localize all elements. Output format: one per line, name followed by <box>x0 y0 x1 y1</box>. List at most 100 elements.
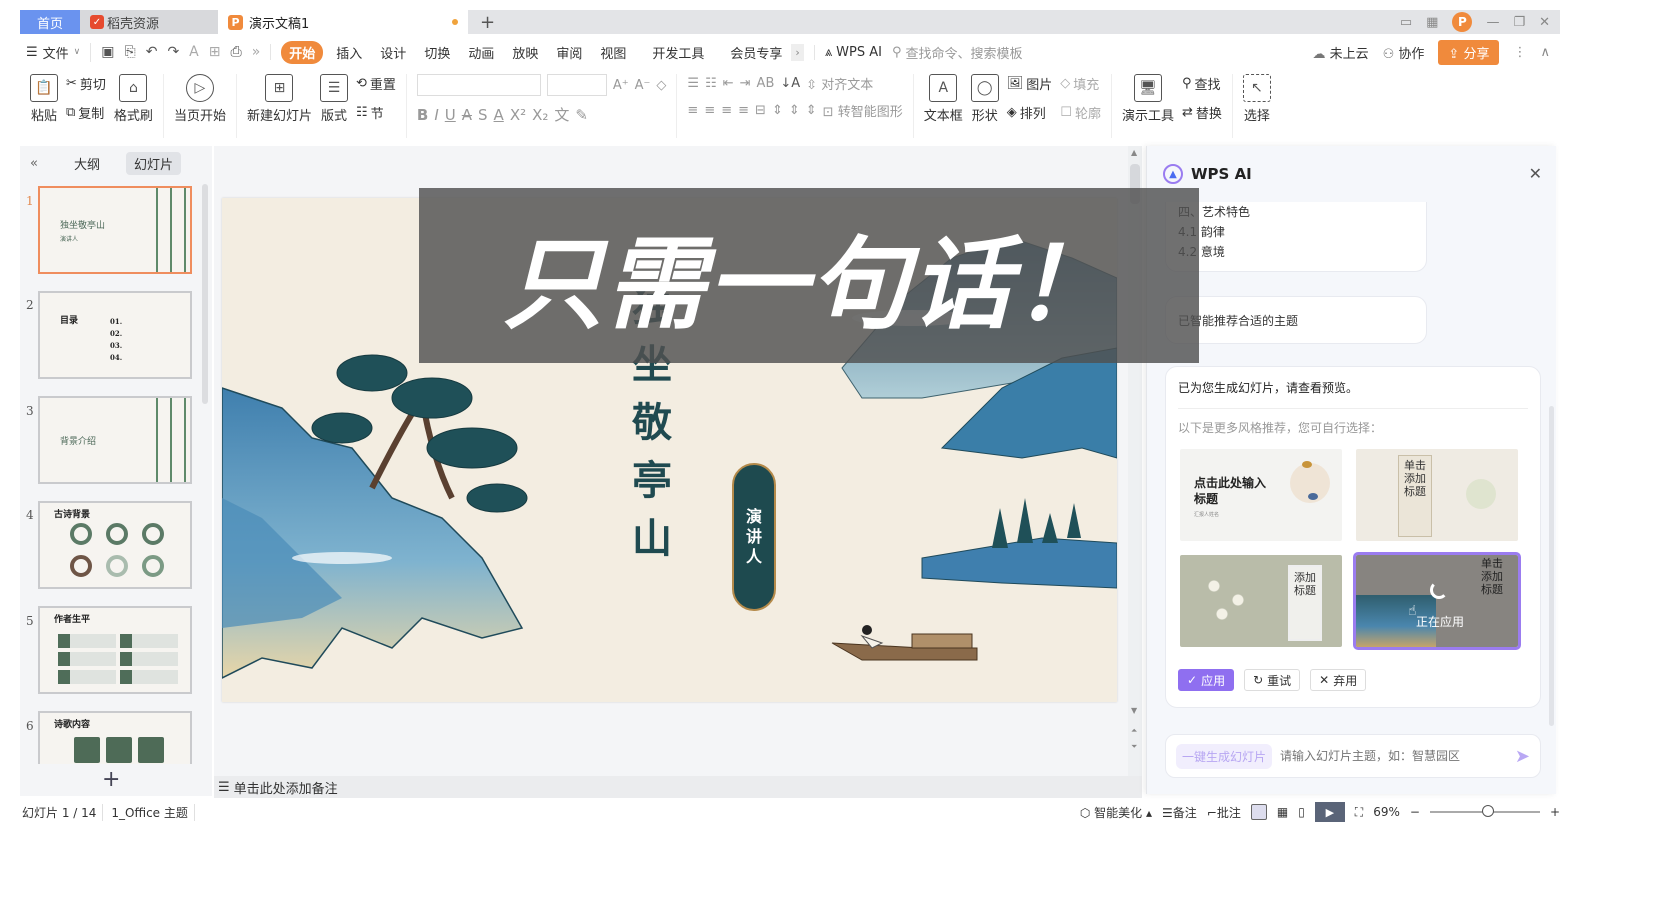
collapse-panel-icon[interactable]: « <box>20 156 48 171</box>
close-icon[interactable]: ✕ <box>1539 15 1550 30</box>
restore-icon[interactable]: ❐ <box>1513 15 1525 30</box>
grid-view-icon[interactable]: ▦ <box>1277 805 1288 819</box>
arrange-button[interactable]: ◈ 排列 <box>1007 103 1053 122</box>
align-center-icon[interactable]: ≡ <box>704 103 715 118</box>
menu-view[interactable]: 视图 <box>591 43 635 62</box>
user-avatar[interactable]: P <box>1452 12 1473 32</box>
start-from-current-button[interactable]: ▷ 当页开始 <box>174 74 226 124</box>
bullet-list-icon[interactable]: ☰ <box>687 76 699 91</box>
collab-button[interactable]: ⚇ 协作 <box>1383 43 1425 62</box>
paste-special-icon[interactable]: ⊞ <box>209 44 221 60</box>
present-tools-button[interactable]: 🖥 演示工具 <box>1122 74 1174 124</box>
layout-button[interactable]: ☰ 版式 <box>319 74 348 124</box>
menu-review[interactable]: 审阅 <box>547 43 591 62</box>
style-option-4[interactable]: 单击添加标题 正在应用 ☝ <box>1353 552 1521 650</box>
style-option-3[interactable]: 添加标题 <box>1180 555 1342 647</box>
style-option-2[interactable]: 单击添加标题 <box>1356 449 1518 541</box>
textbox-button[interactable]: A 文本框 <box>924 74 963 124</box>
increase-font-icon[interactable]: A⁺ <box>613 78 629 93</box>
reset-button[interactable]: ⟲ 重置 <box>356 74 396 93</box>
theme-name[interactable]: 1_Office 主题 <box>103 803 195 821</box>
slide-thumbnail-1[interactable]: 独坐敬亭山 演讲人 <box>38 186 192 274</box>
apps-grid-icon[interactable]: ▦ <box>1426 15 1438 30</box>
smart-art-button[interactable]: ⊡ 转智能图形 <box>823 101 903 120</box>
menu-developer[interactable]: 开发工具 <box>643 43 713 62</box>
new-tab-button[interactable]: + <box>468 10 508 34</box>
ai-panel-scrollbar[interactable] <box>1549 406 1554 726</box>
command-search[interactable]: ⚲ 查找命令、搜索模板 <box>892 43 1023 62</box>
redo-icon[interactable]: ↷ <box>167 44 179 60</box>
layout-icon[interactable]: ▭ <box>1400 15 1412 30</box>
format-painter-button[interactable]: ⌂ 格式刷 <box>114 74 153 124</box>
cut-button[interactable]: ✂ 剪切 <box>66 74 106 93</box>
save-icon[interactable]: ▣ <box>101 44 114 60</box>
para-spacing-icon[interactable]: ⇕ <box>789 103 800 118</box>
strikethrough-icon[interactable]: A <box>462 106 472 124</box>
slide-panel-scrollbar[interactable] <box>202 184 208 404</box>
speaker-label[interactable]: 演 讲 人 <box>732 463 776 611</box>
font-name-select[interactable] <box>416 74 541 96</box>
menu-design[interactable]: 设计 <box>371 43 415 62</box>
fill-button[interactable]: ◇ 填充 <box>1060 74 1101 93</box>
sort-icon[interactable]: ↓A <box>780 76 800 91</box>
tab-outline[interactable]: 大纲 <box>66 152 108 175</box>
tab-document[interactable]: P 演示文稿1 <box>218 10 468 34</box>
font-color-icon[interactable]: A <box>494 106 504 124</box>
highlight-icon[interactable]: ✎ <box>575 106 588 124</box>
copy-button[interactable]: ⧉ 复制 <box>66 103 106 122</box>
menu-more-button[interactable]: › <box>791 43 804 61</box>
superscript-icon[interactable]: X² <box>510 106 526 124</box>
share-button[interactable]: ⇪ 分享 <box>1438 39 1500 65</box>
zoom-out-icon[interactable]: − <box>1410 805 1420 819</box>
reading-view-icon[interactable]: ▯ <box>1298 805 1305 819</box>
slide-thumbnail-2[interactable]: 目录 01. 02. 03. 04. <box>38 291 192 379</box>
text-direction-icon[interactable]: AB <box>757 76 775 91</box>
shape-button[interactable]: ◯ 形状 <box>970 74 999 124</box>
generate-slides-chip[interactable]: 一键生成幻灯片 <box>1176 743 1273 769</box>
scroll-up-icon[interactable]: ▲ <box>1131 148 1137 157</box>
close-icon[interactable]: ✕ <box>1529 164 1542 183</box>
retry-button[interactable]: ↻ 重试 <box>1244 669 1301 691</box>
notes-toggle-button[interactable]: ☰备注 <box>1162 804 1197 821</box>
undo-icon[interactable]: ↶ <box>146 44 158 60</box>
collapse-ribbon-icon[interactable]: ∧ <box>1540 45 1550 60</box>
style-option-1[interactable]: 点击此处输入标题 汇报人姓名 <box>1180 449 1342 541</box>
align-left-icon[interactable]: ≡ <box>687 103 698 118</box>
strikethrough-s-icon[interactable]: S <box>478 106 488 124</box>
underline-icon[interactable]: U <box>445 106 456 124</box>
outdent-icon[interactable]: ⇤ <box>723 76 734 91</box>
align-right-icon[interactable]: ≡ <box>721 103 732 118</box>
menu-animation[interactable]: 动画 <box>459 43 503 62</box>
find-button[interactable]: ⚲ 查找 <box>1182 74 1222 93</box>
add-slide-button[interactable]: + <box>102 767 120 792</box>
discard-button[interactable]: ✕ 弃用 <box>1310 669 1367 691</box>
subscript-icon[interactable]: X₂ <box>532 106 548 124</box>
indent-icon[interactable]: ⇥ <box>740 76 751 91</box>
prev-slide-icon[interactable]: ⏶ <box>1131 726 1137 736</box>
outline-button[interactable]: ☐ 轮廓 <box>1060 103 1101 122</box>
slide-thumbnail-4[interactable]: 古诗背景 <box>38 501 192 589</box>
zoom-in-icon[interactable]: + <box>1550 805 1560 819</box>
notes-area[interactable]: ☰ 单击此处添加备注 <box>214 776 1142 798</box>
line-spacing-icon[interactable]: ⇕ <box>772 103 783 118</box>
more-chevron-icon[interactable]: » <box>252 44 261 60</box>
paste-button[interactable]: 📋 粘贴 <box>30 74 58 124</box>
ai-prompt-input[interactable] <box>1280 749 1507 763</box>
select-button[interactable]: ↖ 选择 <box>1242 74 1271 124</box>
apply-button[interactable]: ✓ 应用 <box>1178 669 1235 691</box>
more-vertical-icon[interactable]: ⋮ <box>1513 45 1526 60</box>
next-slide-icon[interactable]: ⏷ <box>1131 742 1137 752</box>
zoom-level[interactable]: 69% <box>1373 805 1400 819</box>
zoom-slider-knob[interactable] <box>1481 805 1494 817</box>
fit-window-icon[interactable]: ⛶ <box>1355 805 1363 820</box>
tab-slides[interactable]: 幻灯片 <box>126 151 182 175</box>
comments-button[interactable]: ⌐批注 <box>1207 804 1241 821</box>
tab-home[interactable]: 首页 <box>20 10 80 34</box>
picture-button[interactable]: 🖼 图片 <box>1007 74 1053 93</box>
font-size-icon[interactable]: A <box>189 44 199 60</box>
wps-ai-menu[interactable]: ⩓ WPS AI <box>813 44 892 60</box>
minimize-icon[interactable]: — <box>1486 15 1499 30</box>
tab-daoke[interactable]: ✓ 稻壳资源 <box>80 10 218 34</box>
beautify-button[interactable]: ⬡ 智能美化 ▴ <box>1080 804 1152 821</box>
menu-start[interactable]: 开始 <box>281 40 324 64</box>
